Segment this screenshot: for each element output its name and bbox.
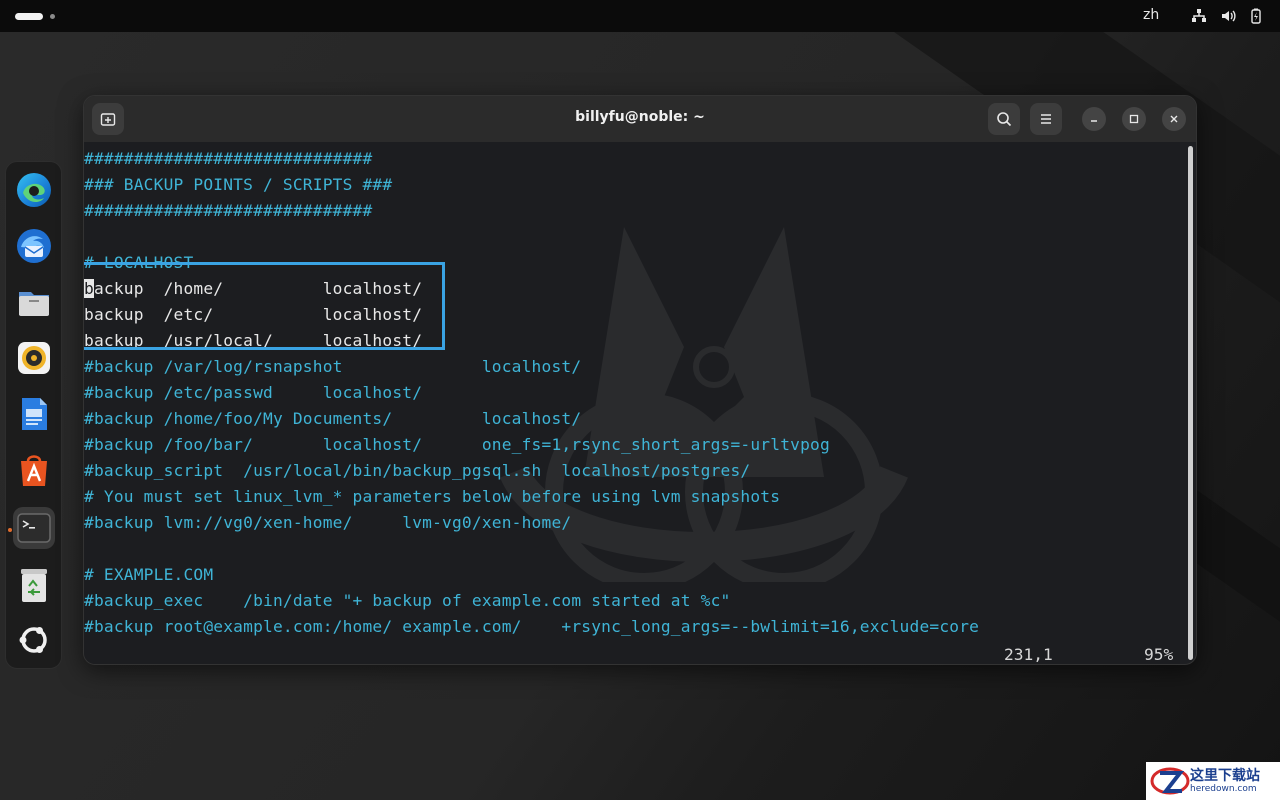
minimize-button[interactable] [1082, 107, 1106, 131]
search-icon [997, 112, 1012, 127]
scroll-percent: 95% [1144, 645, 1174, 664]
dock-rhythmbox[interactable] [13, 337, 55, 379]
workspace-dot[interactable] [50, 14, 55, 19]
network-icon[interactable] [1191, 8, 1207, 24]
buffer-line: #backup /var/log/rsnapshot localhost/ [84, 357, 582, 376]
buffer-line: ### BACKUP POINTS / SCRIPTS ### [84, 175, 393, 194]
highlight-box [84, 262, 445, 350]
dock-writer[interactable] [13, 393, 55, 435]
buffer-line: #backup_exec /bin/date "+ backup of exam… [84, 591, 731, 610]
buffer-line: # EXAMPLE.COM [84, 565, 214, 584]
dock-thunderbird[interactable] [13, 225, 55, 267]
title-bar[interactable]: billyfu@noble: ~ [84, 96, 1196, 142]
buffer-line: #backup lvm://vg0/xen-home/ lvm-vg0/xen-… [84, 513, 572, 532]
scrollbar[interactable] [1188, 146, 1193, 660]
search-button[interactable] [988, 103, 1020, 135]
close-icon [1170, 115, 1178, 123]
terminal-window[interactable]: billyfu@noble: ~ #######################… [83, 95, 1197, 665]
edge-icon [17, 173, 51, 207]
running-indicator [8, 528, 12, 532]
hamburger-icon [1041, 114, 1051, 124]
thunderbird-icon [17, 229, 51, 263]
maximize-button[interactable] [1122, 107, 1146, 131]
input-language[interactable]: zh [1143, 7, 1159, 23]
buffer-line: ############################# [84, 201, 373, 220]
site-logo-icon [1150, 767, 1190, 795]
site-logo-text: 这里下载站 [1190, 767, 1260, 784]
cursor-position: 231,1 [1004, 645, 1053, 664]
maximize-icon [1129, 114, 1139, 124]
buffer-line: #backup /foo/bar/ localhost/ one_fs=1,rs… [84, 435, 830, 454]
buffer-line: ############################# [84, 149, 373, 168]
buffer-line: # You must set linux_lvm_* parameters be… [84, 487, 781, 506]
desktop: zh billyfu@noble: ~ ####################… [0, 0, 1280, 800]
dock-terminal[interactable] [13, 507, 55, 549]
battery-icon[interactable] [1248, 8, 1264, 24]
volume-icon[interactable] [1220, 8, 1236, 24]
buffer-line: #backup root@example.com:/home/ example.… [84, 617, 980, 636]
dock-edge[interactable] [13, 169, 55, 211]
dock-show-apps[interactable] [13, 619, 55, 661]
top-bar: zh [0, 0, 1280, 32]
writer-icon [22, 398, 47, 430]
buffer-line: #backup /etc/passwd localhost/ [84, 383, 423, 402]
close-button[interactable] [1162, 107, 1186, 131]
rhythmbox-icon [18, 342, 50, 374]
dock-app-center[interactable] [13, 449, 55, 491]
buffer-line: #backup /home/foo/My Documents/ localhos… [84, 409, 582, 428]
site-logo-sub: heredown.com [1190, 783, 1257, 794]
dock-files[interactable] [13, 281, 55, 323]
terminal-screen[interactable]: ############################# ### BACKUP … [84, 142, 1180, 664]
ubuntu-icon [19, 627, 47, 653]
app-center-icon [21, 455, 47, 486]
terminal-icon [17, 513, 51, 543]
dock-trash[interactable] [13, 564, 55, 606]
menu-button[interactable] [1030, 103, 1062, 135]
files-icon [19, 292, 49, 316]
activities-indicator[interactable] [15, 13, 43, 20]
dock [5, 161, 62, 669]
buffer-line: #backup_script /usr/local/bin/backup_pgs… [84, 461, 751, 480]
trash-icon [21, 569, 47, 602]
site-watermark-logo: 这里下载站 heredown.com [1146, 762, 1280, 800]
minimize-icon [1091, 120, 1097, 122]
